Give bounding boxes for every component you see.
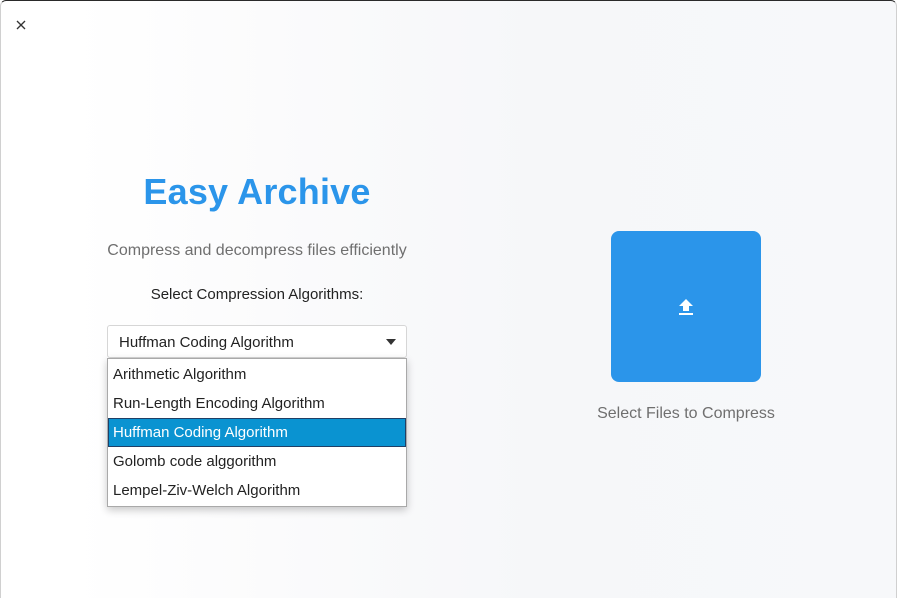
app-subtitle: Compress and decompress files efficientl… — [107, 242, 407, 259]
algorithm-select[interactable]: Huffman Coding Algorithm — [107, 325, 407, 358]
close-button[interactable] — [11, 15, 31, 35]
chevron-down-icon — [386, 339, 396, 345]
algorithm-option-arithmetic[interactable]: Arithmetic Algorithm — [108, 360, 406, 389]
algorithm-option-golomb[interactable]: Golomb code alggorithm — [108, 447, 406, 476]
algorithm-select-label: Select Compression Algorithms: — [150, 286, 364, 303]
algorithm-option-lzw[interactable]: Lempel-Ziv-Welch Algorithm — [108, 476, 406, 505]
algorithm-option-huffman[interactable]: Huffman Coding Algorithm — [108, 418, 406, 447]
select-files-label: Select Files to Compress — [597, 405, 775, 422]
select-files-button[interactable] — [611, 231, 761, 382]
app-title: Easy Archive — [143, 171, 371, 212]
upload-icon — [679, 298, 693, 315]
algorithm-dropdown-list: Arithmetic Algorithm Run-Length Encoding… — [107, 358, 407, 507]
app-window: Easy Archive Compress and decompress fil… — [0, 0, 897, 598]
close-icon — [16, 20, 26, 30]
algorithm-select-value: Huffman Coding Algorithm — [119, 334, 294, 351]
algorithm-option-run-length[interactable]: Run-Length Encoding Algorithm — [108, 389, 406, 418]
